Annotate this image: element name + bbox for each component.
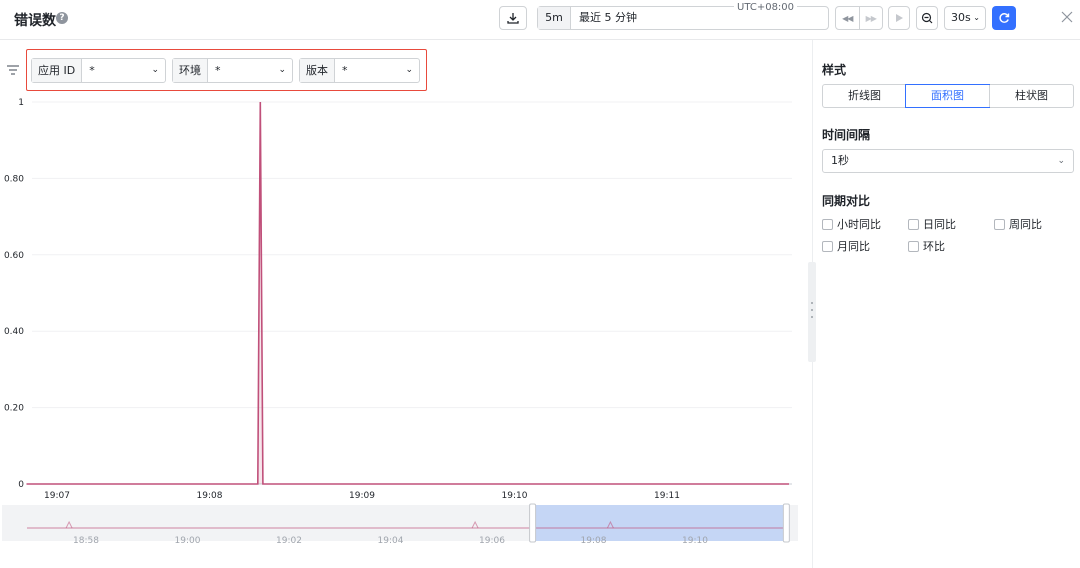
- overview-tick-label: 19:00: [175, 536, 201, 546]
- time-interval-value: 1秒: [831, 154, 849, 167]
- resize-handle[interactable]: [808, 262, 816, 362]
- chevron-down-icon: ⌄: [151, 65, 159, 75]
- close-icon: [1061, 11, 1073, 23]
- y-tick-label: 0: [18, 480, 24, 490]
- y-tick-label: 1: [18, 98, 24, 108]
- x-tick-label: 19:08: [197, 491, 223, 501]
- x-tick-label: 19:07: [44, 491, 70, 501]
- filter-label: 版本: [300, 59, 335, 82]
- play-button[interactable]: [888, 6, 910, 30]
- checkbox-box[interactable]: [822, 240, 833, 252]
- time-overview-brush[interactable]: 18:58 19:00 19:02 19:04 19:06 19:08 19:10: [0, 503, 808, 549]
- step-forward-icon[interactable]: ▶▶: [858, 7, 883, 29]
- chevron-down-icon: ⌄: [973, 13, 980, 22]
- time-nav-group: ◀◀ ▶▶: [835, 6, 883, 30]
- overview-tick-label: 19:10: [682, 536, 708, 546]
- filter-icon[interactable]: [6, 63, 20, 77]
- refresh-interval-value: 30s: [951, 11, 971, 24]
- compare-week-checkbox[interactable]: 周同比: [994, 216, 1042, 232]
- compare-title: 同期对比: [822, 194, 871, 208]
- checkbox-box[interactable]: [822, 218, 833, 230]
- download-button[interactable]: [499, 6, 527, 30]
- style-title: 样式: [822, 63, 847, 77]
- compare-day-checkbox[interactable]: 日同比: [908, 216, 956, 232]
- chevron-down-icon: ⌄: [1057, 156, 1065, 166]
- overview-tick-label: 19:04: [378, 536, 404, 546]
- header-bar: 错误数 ? 5m 最近 5 分钟 UTC+08:00 ◀◀ ▶▶ 30s ⌄: [0, 0, 1080, 40]
- brush-handle[interactable]: [782, 503, 790, 543]
- brush-handle[interactable]: [529, 503, 537, 543]
- overview-tick-label: 19:08: [581, 536, 607, 546]
- refresh-button[interactable]: [992, 6, 1016, 30]
- y-tick-label: 0.40: [4, 327, 24, 337]
- filter-version[interactable]: 版本 * ⌄: [299, 58, 420, 83]
- time-quick-select[interactable]: 5m: [538, 7, 571, 29]
- overview-tick-label: 19:06: [479, 536, 505, 546]
- filter-value[interactable]: * ⌄: [82, 59, 165, 82]
- filter-app-id[interactable]: 应用 ID * ⌄: [31, 58, 166, 83]
- overview-tick-label: 18:58: [73, 536, 99, 546]
- filter-value[interactable]: * ⌄: [335, 59, 419, 82]
- step-back-icon[interactable]: ◀◀: [836, 7, 859, 29]
- series-area: [26, 102, 789, 484]
- style-option-area[interactable]: 面积图: [905, 84, 990, 108]
- compare-hour-checkbox[interactable]: 小时同比: [822, 216, 881, 232]
- style-option-line[interactable]: 折线图: [823, 85, 906, 107]
- overview-tick-label: 19:02: [276, 536, 302, 546]
- y-tick-label: 0.60: [4, 251, 24, 261]
- filter-value[interactable]: * ⌄: [208, 59, 292, 82]
- timezone-label: UTC+08:00: [734, 2, 798, 13]
- interval-title: 时间间隔: [822, 128, 871, 142]
- y-tick-label: 0.80: [4, 174, 24, 184]
- play-icon: [896, 14, 903, 22]
- chevron-down-icon: ⌄: [278, 65, 286, 75]
- time-interval-select[interactable]: 1秒 ⌄: [822, 149, 1074, 173]
- overview-selection: [532, 505, 787, 541]
- zoom-out-icon: [921, 12, 933, 24]
- style-option-bar[interactable]: 柱状图: [989, 85, 1073, 107]
- error-count-chart[interactable]: 0 0.20 0.40 0.60 0.80 1 19:07 19:08 19:09 19:10 19…: [0, 92, 800, 507]
- chart-style-segmented[interactable]: 折线图 面积图 柱状图: [822, 84, 1074, 108]
- time-range-label[interactable]: 最近 5 分钟: [579, 7, 637, 29]
- x-tick-label: 19:09: [349, 491, 375, 501]
- series-line: [26, 101, 789, 485]
- compare-period-checkbox[interactable]: 环比: [908, 238, 945, 254]
- download-icon: [507, 13, 519, 24]
- close-button[interactable]: [1060, 10, 1076, 26]
- filter-environment[interactable]: 环境 * ⌄: [172, 58, 293, 83]
- help-icon[interactable]: ?: [56, 12, 68, 24]
- refresh-interval-select[interactable]: 30s ⌄: [944, 6, 986, 30]
- x-tick-label: 19:10: [502, 491, 528, 501]
- checkbox-box[interactable]: [908, 240, 919, 252]
- y-tick-label: 0.20: [4, 404, 24, 414]
- checkbox-box[interactable]: [994, 218, 1005, 230]
- refresh-icon: [999, 13, 1010, 23]
- filter-label: 应用 ID: [32, 59, 83, 82]
- chevron-down-icon: ⌄: [405, 65, 413, 75]
- compare-month-checkbox[interactable]: 月同比: [822, 238, 870, 254]
- zoom-out-button[interactable]: [916, 6, 938, 30]
- checkbox-box[interactable]: [908, 218, 919, 230]
- filter-label: 环境: [173, 59, 208, 82]
- x-tick-label: 19:11: [654, 491, 680, 501]
- page-title: 错误数: [14, 13, 56, 29]
